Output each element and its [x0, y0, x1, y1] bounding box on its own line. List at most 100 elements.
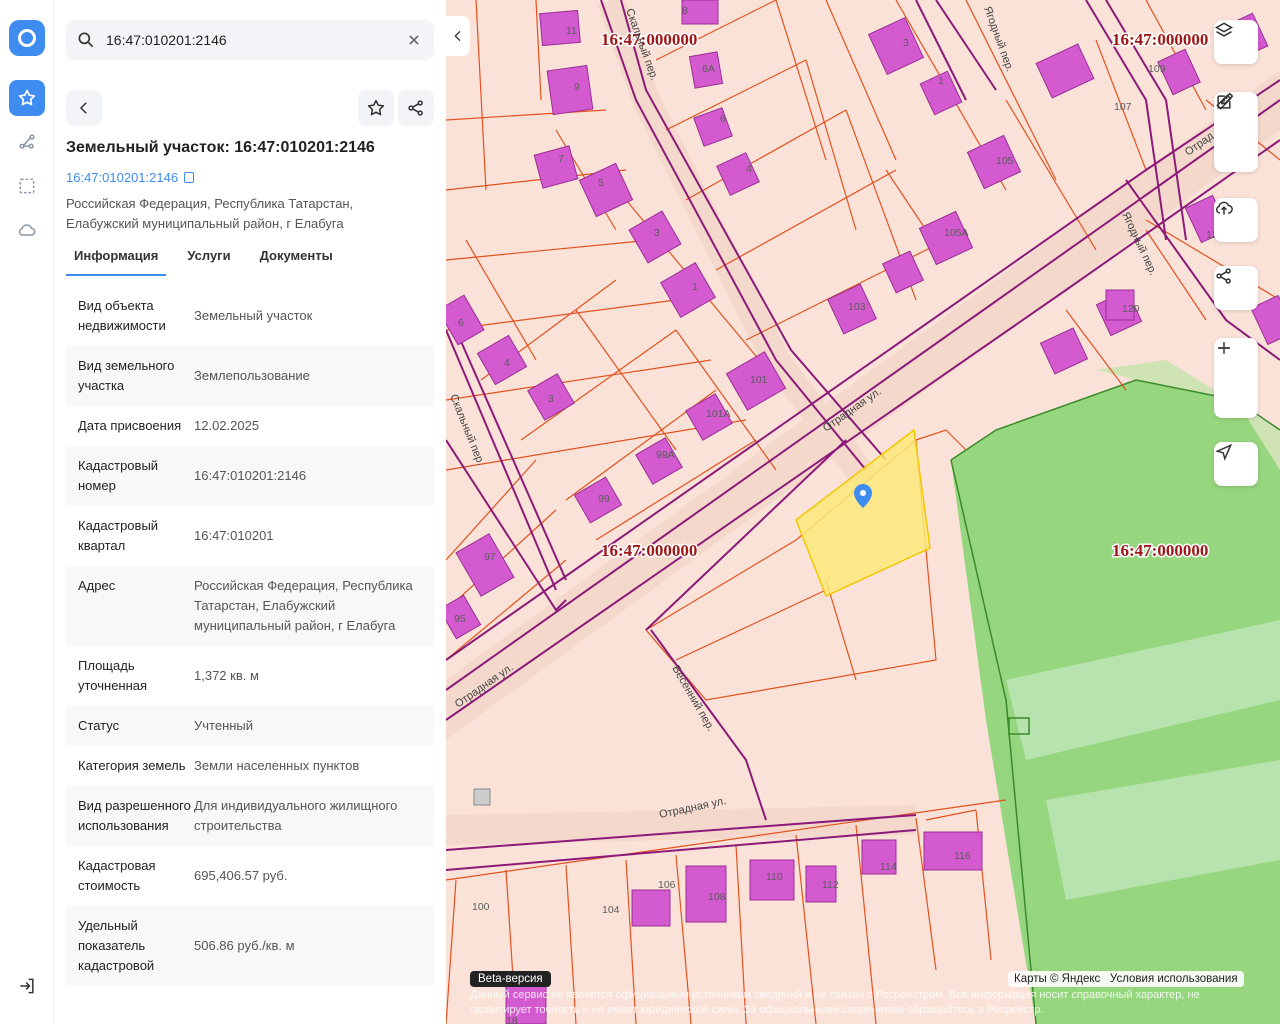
house-number: 1	[692, 281, 698, 293]
object-title: Земельный участок: 16:47:010201:2146	[66, 139, 375, 156]
table-row: Кадастровый номер 16:47:010201:2146	[66, 446, 434, 506]
app-logo[interactable]	[9, 20, 45, 56]
back-button[interactable]	[66, 90, 102, 126]
row-key: Удельный показатель кадастровой	[78, 918, 155, 973]
terms-link[interactable]: Условия использования	[1110, 973, 1238, 985]
upload-button[interactable]	[1214, 198, 1258, 242]
tab-documents[interactable]: Документы	[252, 244, 341, 276]
map-share-button[interactable]	[1214, 266, 1258, 310]
cad-number-text[interactable]: 16:47:010201:2146	[66, 170, 178, 185]
house-number: 6	[720, 113, 726, 125]
layers-icon	[1214, 22, 1234, 37]
row-key: Кадастровая стоимость	[78, 858, 156, 893]
row-key: Вид разрешенного использования	[78, 798, 191, 833]
house-number: 100	[472, 901, 490, 913]
house-number: 101А	[706, 408, 731, 420]
tabs: Информация Услуги Документы	[66, 244, 354, 276]
house-number: 1	[938, 75, 944, 87]
house-number: 9	[574, 81, 580, 93]
selection-area-icon[interactable]	[9, 168, 45, 204]
favorites-star-icon[interactable]	[9, 80, 45, 116]
house-number: 95	[454, 613, 466, 625]
house-number: 3	[548, 393, 554, 405]
collapse-panel-button[interactable]	[446, 16, 470, 56]
table-row: Вид разрешенного использования Для индиви…	[66, 786, 434, 846]
house-number: 3	[903, 37, 909, 49]
house-number: 105А	[944, 227, 969, 239]
house-number: 106	[658, 879, 676, 891]
house-number: 109	[1148, 63, 1166, 75]
quarter-label: 16:47:000000	[1112, 30, 1208, 49]
beta-badge: Beta-версия	[470, 971, 551, 987]
house-number: 104	[602, 904, 620, 916]
clear-search-icon[interactable]	[404, 30, 424, 55]
house-number: 108	[708, 891, 726, 903]
house-number: 105	[996, 155, 1014, 167]
street-label: Скальный пер.	[447, 393, 486, 468]
zoom-out-icon[interactable]	[1214, 338, 1234, 358]
table-row: Категория земель Земли населенных пунктов	[66, 746, 434, 786]
maps-attribution[interactable]: Карты © Яндекс	[1014, 973, 1100, 985]
row-value: 695,406.57 руб.	[194, 868, 288, 883]
row-value: Земли населенных пунктов	[194, 758, 360, 773]
house-number: 4	[746, 163, 752, 175]
house-number: 112	[822, 879, 839, 891]
table-row: Статус Учтенный	[66, 706, 434, 746]
quarter-label: 16:47:000000	[601, 541, 697, 560]
cad-number-link[interactable]: 16:47:010201:2146	[66, 170, 195, 185]
table-row: Вид объекта недвижимости Земельный участо…	[66, 286, 434, 346]
house-number: 99А	[656, 449, 675, 461]
row-key: Вид объекта недвижимости	[78, 298, 166, 333]
map-canvas[interactable]: 16:47:000000 16:47:000000 16:47:000000 1…	[446, 0, 1280, 1024]
disclaimer-text: Данный сервис не является официальным ис…	[470, 989, 1200, 1016]
table-row: Площадь уточненная 1,372 кв. м	[66, 646, 434, 706]
geolocate-button[interactable]	[1214, 442, 1258, 486]
row-key: Категория земель	[78, 758, 186, 773]
house-number: 7	[558, 153, 564, 165]
side-rail	[0, 0, 54, 1024]
row-value: 16:47:010201	[194, 528, 274, 543]
house-number: 99	[598, 493, 610, 505]
row-key: Кадастровый квартал	[78, 518, 159, 553]
house-number: 120	[1122, 303, 1140, 315]
table-row: Вид земельного участка Землепользование	[66, 346, 434, 406]
cadastral-map[interactable]: 16:47:000000 16:47:000000 16:47:000000 1…	[446, 0, 1280, 1024]
layers-button[interactable]	[1214, 20, 1258, 64]
table-row: Адрес Российская Федерация, Республика Та…	[66, 566, 434, 646]
row-value: 1,372 кв. м	[194, 668, 259, 683]
street-label: Весенний пер.	[669, 664, 716, 734]
logout-icon[interactable]	[9, 968, 45, 1004]
row-key: Кадастровый номер	[78, 458, 159, 493]
house-number: 107	[1114, 101, 1132, 113]
address-line-2: Елабужский муниципальный район, г Елабуг…	[66, 216, 344, 231]
house-number: 114	[880, 861, 897, 873]
tab-info[interactable]: Информация	[66, 244, 167, 276]
favorite-star-button[interactable]	[358, 90, 394, 126]
house-number: 103	[848, 301, 866, 313]
cloud-upload-icon	[1215, 201, 1233, 215]
info-table: Вид объекта недвижимости Земельный участо…	[66, 286, 434, 1002]
edit-icon[interactable]	[1214, 92, 1234, 112]
row-value: Учтенный	[194, 718, 254, 733]
house-number: 6	[458, 317, 464, 329]
search-input[interactable]: 16:47:010201:2146	[106, 32, 227, 48]
info-panel: 16:47:010201:2146 Земельный участок: 16:…	[54, 0, 446, 1024]
share-icon[interactable]	[398, 90, 434, 126]
table-row: Кадастровая стоимость 695,406.57 руб.	[66, 846, 434, 906]
tab-services[interactable]: Услуги	[179, 244, 238, 276]
street-label: Ягодный пер.	[981, 5, 1016, 73]
cloud-icon[interactable]	[9, 212, 45, 248]
row-value: Землепользование	[194, 368, 310, 383]
copy-icon[interactable]	[184, 172, 195, 183]
row-key: Вид земельного участка	[78, 358, 175, 393]
table-row: Кадастровый квартал 16:47:010201	[66, 506, 434, 566]
row-value: Российская Федерация, Республика Татарст…	[194, 578, 413, 633]
tools-group	[1214, 92, 1258, 172]
route-nodes-icon[interactable]	[9, 124, 45, 160]
search-icon	[76, 30, 96, 55]
house-number: 6А	[702, 63, 715, 75]
object-address: Российская Федерация, Республика Татарст…	[66, 194, 426, 234]
row-value: Земельный участок	[194, 308, 313, 323]
search-box[interactable]: 16:47:010201:2146	[66, 20, 434, 60]
navigation-arrow-icon	[1215, 443, 1233, 461]
